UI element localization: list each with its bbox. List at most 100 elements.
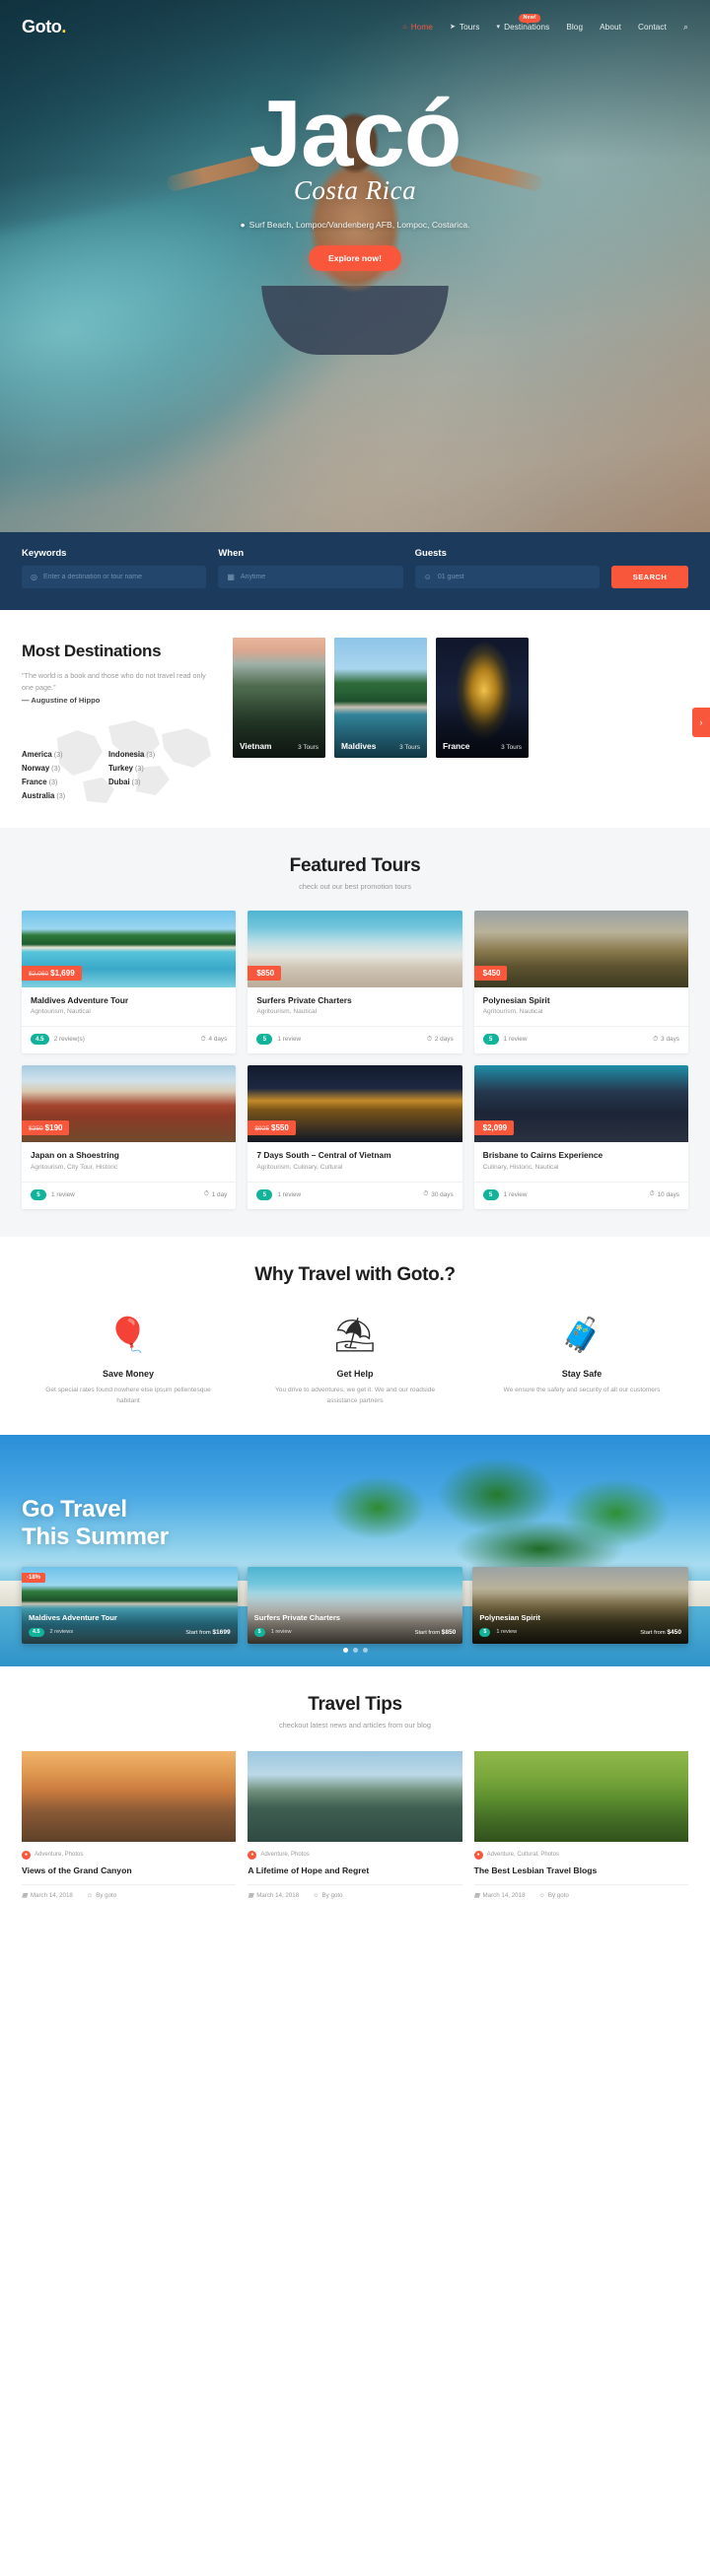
tour-rating: 5 1 review xyxy=(256,1188,301,1200)
tour-price-badge: $850 xyxy=(248,965,282,981)
country-item-australia[interactable]: Australia (3) xyxy=(22,791,105,800)
blog-thumbnail xyxy=(473,1750,688,1842)
blog-image xyxy=(473,1750,688,1842)
destination-name: Vietnam xyxy=(240,741,272,751)
summer-heading-line2: This Summer xyxy=(22,1524,169,1551)
blog-categories: Adventure, Photos xyxy=(260,1852,310,1859)
summer-card[interactable]: Polynesian Spirit 5 1 review Start from … xyxy=(472,1566,688,1644)
country-item-america[interactable]: America (3) xyxy=(22,750,105,759)
why-item-description: You drive to adventures, we get it. We a… xyxy=(274,1386,435,1405)
tour-card[interactable]: $450 Polynesian Spirit Agritourism, Naut… xyxy=(473,910,688,1054)
site-logo[interactable]: Goto. xyxy=(22,17,66,37)
tour-card[interactable]: $850 Surfers Private Charters Agritouris… xyxy=(248,910,462,1054)
blog-author: ☺ By goto xyxy=(313,1892,342,1899)
explore-now-button[interactable]: Explore now! xyxy=(309,245,401,272)
when-input[interactable] xyxy=(240,574,394,580)
tour-card[interactable]: $925 $550 7 Days South – Central of Vietn… xyxy=(248,1065,462,1209)
review-count: 1 review xyxy=(51,1190,75,1198)
summer-card[interactable]: Surfers Private Charters 5 1 review Star… xyxy=(247,1566,463,1644)
hero-content: Jacó Costa Rica ● Surf Beach, Lompoc/Van… xyxy=(0,41,710,272)
destination-cards: Vietnam 3 Tours Maldives 3 Tours France … xyxy=(233,638,710,800)
calendar-icon: ▦ xyxy=(473,1891,480,1899)
nav-item-about[interactable]: About xyxy=(600,23,621,32)
map-pin-icon: ◎ xyxy=(31,573,37,581)
blog-date: ▦ March 14, 2018 xyxy=(22,1892,73,1899)
carousel-dot-2[interactable] xyxy=(352,1647,358,1653)
tour-price: $2,099 xyxy=(482,1123,508,1133)
destination-card-france[interactable]: France 3 Tours xyxy=(436,638,529,758)
blog-author-text: By goto xyxy=(96,1891,117,1899)
travel-homepage: Goto. ⌂ Home ➤ Tours New! ▾ Destinations… xyxy=(0,0,710,1927)
country-item-indonesia[interactable]: Indonesia (3) xyxy=(108,750,191,759)
nav-item-destinations[interactable]: New! ▾ Destinations xyxy=(496,13,549,32)
blog-author-text: By goto xyxy=(321,1891,343,1899)
country-count: (3) xyxy=(51,763,60,773)
when-input-wrap[interactable]: ▦ xyxy=(218,566,403,588)
tour-card[interactable]: $250 $190 Japan on a Shoestring Agritouri… xyxy=(22,1065,237,1209)
blog-card[interactable]: ● Adventure, Photos Views of the Grand C… xyxy=(22,1750,237,1899)
tour-card[interactable]: $2,060 $1,699 Maldives Adventure Tour Agr… xyxy=(22,910,237,1054)
summer-card[interactable]: -18% Maldives Adventure Tour 4.5 2 revie… xyxy=(22,1566,238,1644)
luggage-icon: 🧳 xyxy=(560,1316,604,1354)
tour-meta: 5 1 review ⏱ 30 days xyxy=(248,1181,462,1209)
country-name: Turkey xyxy=(108,763,133,773)
search-icon[interactable]: ⌕ xyxy=(683,22,688,33)
country-item-turkey[interactable]: Turkey (3) xyxy=(108,764,191,773)
carousel-dot-1[interactable] xyxy=(342,1647,348,1653)
keywords-input[interactable] xyxy=(42,574,198,580)
country-item-dubai[interactable]: Dubai (3) xyxy=(108,778,191,786)
nav-item-home[interactable]: ⌂ Home xyxy=(402,23,433,32)
price-value: $850 xyxy=(441,1628,457,1636)
summer-heading-line1: Go Travel xyxy=(22,1495,127,1523)
rating-badge: 5 xyxy=(482,1034,499,1046)
destination-card-maldives[interactable]: Maldives 3 Tours xyxy=(334,638,427,758)
destination-card-vietnam[interactable]: Vietnam 3 Tours xyxy=(233,638,325,758)
destinations-next-arrow[interactable]: › xyxy=(692,707,710,737)
tour-body: Brisbane to Cairns Experience Culinary, … xyxy=(474,1142,688,1176)
country-item-france[interactable]: France (3) xyxy=(22,778,105,786)
nav-item-blog[interactable]: Blog xyxy=(566,23,583,32)
hero-subtitle: Costa Rica xyxy=(293,175,417,206)
tour-name: Maldives Adventure Tour xyxy=(31,994,129,1005)
duration-text: 1 day xyxy=(211,1190,228,1198)
tour-categories: Agritourism, Nautical xyxy=(482,1008,543,1016)
image-shade xyxy=(233,638,325,758)
summer-carousel: -18% Maldives Adventure Tour 4.5 2 revie… xyxy=(22,1566,688,1644)
guests-input-wrap[interactable]: ☺ xyxy=(414,566,600,588)
blog-categories-row: ● Adventure, Photos xyxy=(22,1850,236,1860)
why-item-get-help: ⛱ Get Help You drive to adventures, we g… xyxy=(248,1312,462,1407)
clock-icon: ⏱ xyxy=(423,1190,429,1198)
country-item-norway[interactable]: Norway (3) xyxy=(22,764,105,773)
carousel-dot-3[interactable] xyxy=(362,1647,368,1653)
travel-tips-subtitle: checkout latest news and articles from o… xyxy=(278,1720,432,1729)
duration-text: 3 days xyxy=(661,1036,679,1044)
blog-card[interactable]: ● Adventure, Cultural, Photos The Best L… xyxy=(473,1750,688,1899)
calendar-icon: ▦ xyxy=(227,573,235,581)
guests-label: Guests xyxy=(414,548,447,559)
country-count: (3) xyxy=(135,763,144,773)
price-value: $450 xyxy=(667,1628,681,1636)
blog-card[interactable]: ● Adventure, Photos A Lifetime of Hope a… xyxy=(248,1750,462,1899)
blog-thumbnail xyxy=(22,1750,237,1842)
tour-price: $1,699 xyxy=(50,968,75,978)
why-travel-grid: 🎈 Save Money Get special rates found now… xyxy=(22,1312,688,1407)
tour-rating: 4.5 2 review(s) xyxy=(31,1034,85,1046)
summer-card-meta: 4.5 2 reviews Start from $1699 xyxy=(29,1627,231,1637)
tour-body: Polynesian Spirit Agritourism, Nautical xyxy=(474,987,688,1021)
keywords-input-wrap[interactable]: ◎ xyxy=(22,566,207,588)
country-name: Dubai xyxy=(108,777,130,786)
guests-input[interactable] xyxy=(437,574,591,580)
search-submit-button[interactable]: SEARCH xyxy=(610,566,688,588)
nav-item-tours[interactable]: ➤ Tours xyxy=(450,23,480,32)
tour-duration: ⏱ 1 day xyxy=(204,1190,228,1198)
rating-badge: 5 xyxy=(479,1627,491,1637)
hero-section: Goto. ⌂ Home ➤ Tours New! ▾ Destinations… xyxy=(0,0,710,532)
blog-footer: ▦ March 14, 2018 ☺ By goto xyxy=(473,1883,688,1899)
tour-body: Surfers Private Charters Agritourism, Na… xyxy=(248,987,462,1021)
travel-tips-section: Travel Tips checkout latest news and art… xyxy=(0,1666,710,1927)
blog-categories-row: ● Adventure, Cultural, Photos xyxy=(473,1850,688,1860)
carousel-dots xyxy=(0,1647,710,1653)
nav-item-contact[interactable]: Contact xyxy=(638,23,667,32)
tour-card[interactable]: $2,099 Brisbane to Cairns Experience Cul… xyxy=(473,1065,688,1209)
tour-search-bar: Keywords ◎ When ▦ Guests ☺ xyxy=(0,532,710,610)
